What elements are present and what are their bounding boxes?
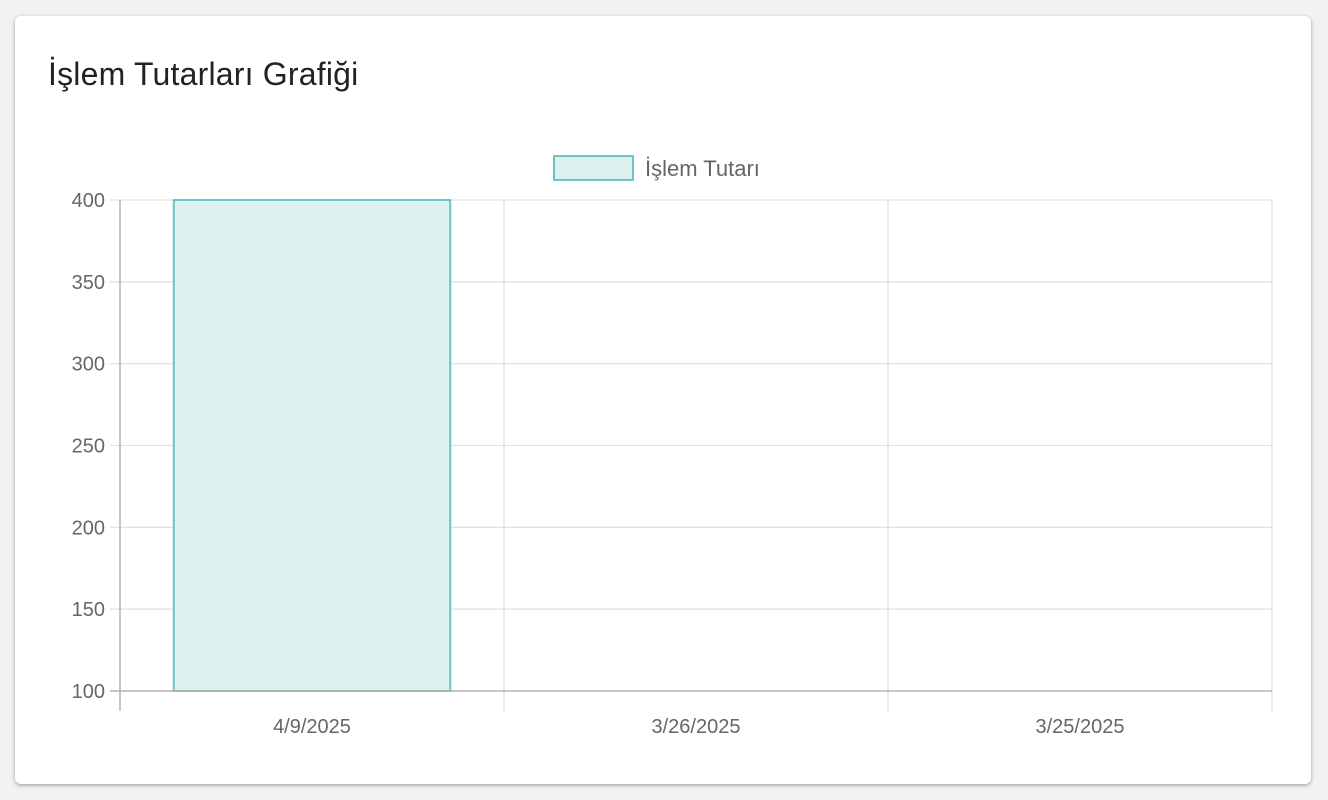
bars xyxy=(172,199,452,692)
y-tick-label: 300 xyxy=(72,354,105,376)
y-tick-label: 200 xyxy=(72,517,105,539)
bar-chart: 100 150 200 250 300 350 400 4/9/2025 3/26/2025 3/… xyxy=(72,155,1273,738)
x-tick-label: 4/9/2025 xyxy=(273,716,351,738)
y-tick-label: 250 xyxy=(72,436,105,458)
y-tick-label: 100 xyxy=(72,681,105,703)
legend[interactable]: İşlem Tutarı xyxy=(553,155,760,181)
y-tick-label: 400 xyxy=(72,190,105,212)
legend-swatch[interactable] xyxy=(553,155,634,181)
bar[interactable] xyxy=(172,199,452,692)
y-tick-label: 350 xyxy=(72,272,105,294)
legend-label[interactable]: İşlem Tutarı xyxy=(645,156,760,181)
x-tick-label: 3/26/2025 xyxy=(652,716,741,738)
y-tick-label: 150 xyxy=(72,599,105,621)
x-tick-label: 3/25/2025 xyxy=(1036,716,1125,738)
chart-card: İşlem Tutarları Grafiği 100 150 200 250 300 3… xyxy=(15,16,1311,784)
